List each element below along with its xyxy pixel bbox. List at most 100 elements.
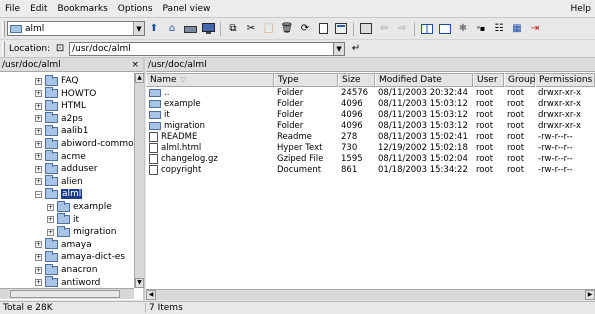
- menu-options[interactable]: Options: [113, 0, 158, 18]
- scroll-thumb[interactable]: [10, 290, 120, 298]
- location-dropdown-icon[interactable]: ▼: [334, 41, 346, 56]
- menu-file[interactable]: File: [0, 0, 25, 18]
- cell-text: migration: [164, 120, 206, 131]
- collapse-icon[interactable]: −: [35, 190, 42, 198]
- home-icon[interactable]: ⌂: [165, 22, 179, 36]
- table-row[interactable]: README Readme 278 08/11/2003 15:02:41 root ro…: [146, 131, 595, 142]
- column-user[interactable]: User: [473, 73, 504, 87]
- table-row[interactable]: copyright Document 861 01/18/2003 15:34:22 r…: [146, 164, 595, 175]
- tree-item[interactable]: + aalib1: [35, 124, 88, 137]
- file-icon: [149, 153, 158, 164]
- expand-icon[interactable]: +: [35, 165, 42, 173]
- terminal-icon[interactable]: [359, 22, 373, 36]
- expand-icon[interactable]: +: [35, 279, 42, 287]
- tree-item[interactable]: + amaya-dict-es: [35, 250, 125, 263]
- column-name[interactable]: Name ▽: [146, 73, 274, 87]
- table-row[interactable]: alml.html Hyper Text 730 12/19/2002 15:02:1…: [146, 142, 595, 153]
- cell-size: 24576: [338, 88, 375, 98]
- table-row[interactable]: changelog.gz Gziped File 1595 08/11/2003 15…: [146, 153, 595, 164]
- list-view-icon[interactable]: ☷: [492, 22, 506, 36]
- icon-view-icon[interactable]: ᵃ▪: [474, 22, 488, 36]
- location-grip[interactable]: [2, 40, 5, 57]
- expand-icon[interactable]: +: [47, 216, 54, 224]
- scroll-down-icon[interactable]: ▼: [135, 278, 144, 288]
- table-row[interactable]: example Folder 4096 08/11/2003 15:03:12 root…: [146, 98, 595, 109]
- tree-item[interactable]: + alien: [35, 175, 83, 188]
- expand-icon[interactable]: +: [35, 115, 42, 123]
- tree-item[interactable]: + example: [47, 200, 112, 213]
- tree-item[interactable]: + adduser: [35, 162, 98, 175]
- new-file-icon[interactable]: [316, 22, 330, 36]
- column-modified-date[interactable]: Modified Date: [375, 73, 473, 87]
- tree-item[interactable]: + migration: [47, 225, 116, 238]
- expand-icon[interactable]: +: [47, 228, 54, 236]
- up-arrow-icon[interactable]: ⬆: [147, 22, 161, 36]
- table-row[interactable]: .. Folder 24576 08/11/2003 20:32:44 root root…: [146, 87, 595, 98]
- menu-panel-view[interactable]: Panel view: [158, 0, 216, 18]
- tree-horizontal-scrollbar[interactable]: [0, 288, 134, 299]
- toolbar-grip[interactable]: [2, 20, 5, 37]
- detail-view-icon[interactable]: ▦: [510, 22, 524, 36]
- column-group[interactable]: Group: [504, 73, 535, 87]
- monitor-icon[interactable]: [201, 22, 215, 36]
- column-permissions[interactable]: Permissions: [535, 73, 595, 87]
- expand-icon[interactable]: +: [35, 140, 42, 148]
- table-row[interactable]: migration Folder 4096 08/11/2003 15:03:12 ro…: [146, 120, 595, 131]
- tree-item[interactable]: + anacron: [35, 263, 97, 276]
- column-type[interactable]: Type: [274, 73, 338, 87]
- scroll-left-icon[interactable]: ◀: [146, 290, 156, 300]
- location-go-icon[interactable]: ⊡: [53, 42, 67, 56]
- cell-text: example: [164, 98, 201, 109]
- expand-icon[interactable]: +: [35, 90, 42, 98]
- star-icon[interactable]: ✱: [456, 22, 470, 36]
- expand-icon[interactable]: +: [47, 203, 54, 211]
- drive-icon[interactable]: [183, 22, 197, 36]
- chevron-down-icon[interactable]: ▼: [133, 22, 144, 35]
- expand-icon[interactable]: +: [35, 77, 42, 85]
- scroll-right-icon[interactable]: ▶: [585, 290, 595, 300]
- single-view-icon[interactable]: [438, 22, 452, 36]
- copy-icon[interactable]: ⧉: [226, 22, 240, 36]
- scroll-up-icon[interactable]: ▲: [135, 73, 144, 83]
- tree-item[interactable]: + antiword: [35, 276, 100, 288]
- location-input[interactable]: [69, 41, 335, 56]
- forward-icon[interactable]: ⇨: [395, 22, 409, 36]
- expand-icon[interactable]: +: [35, 253, 42, 261]
- tree-item[interactable]: + amaya: [35, 238, 92, 251]
- cut-icon[interactable]: ✂: [244, 22, 258, 36]
- enter-icon[interactable]: ↵: [349, 42, 363, 56]
- tree-item[interactable]: + HOWTO: [35, 87, 96, 100]
- table-row[interactable]: it Folder 4096 08/11/2003 15:03:12 root root d…: [146, 109, 595, 120]
- cell-user: root: [473, 110, 504, 120]
- menu-bookmarks[interactable]: Bookmarks: [53, 0, 113, 18]
- exit-icon[interactable]: ⇥: [528, 22, 542, 36]
- menu-help[interactable]: Help: [565, 0, 595, 18]
- close-icon[interactable]: ×: [131, 60, 139, 70]
- expand-icon[interactable]: +: [35, 241, 42, 249]
- tree-item[interactable]: + HTML: [35, 99, 86, 112]
- back-icon[interactable]: ⇦: [377, 22, 391, 36]
- tree-item[interactable]: + acme: [35, 150, 86, 163]
- tree-item[interactable]: + it: [47, 213, 79, 226]
- properties-icon[interactable]: [334, 22, 348, 36]
- tree-item[interactable]: + abiword-common: [35, 137, 134, 150]
- toolbar: alml ▼ ⬆ ⌂ ⧉ ✂ 📋 🗑 ⟳ ⇦ ⇨ ✱ ᵃ▪ ☷ ▦ ⇥: [0, 18, 595, 40]
- tree-vertical-scrollbar[interactable]: ▲ ▼: [134, 73, 144, 288]
- menu-edit[interactable]: Edit: [25, 0, 52, 18]
- refresh-icon[interactable]: ⟳: [298, 22, 312, 36]
- tree-item[interactable]: + a2ps: [35, 112, 83, 125]
- expand-icon[interactable]: +: [35, 127, 42, 135]
- paste-icon[interactable]: 📋: [262, 22, 276, 36]
- path-combo[interactable]: alml ▼: [7, 21, 145, 36]
- file-horizontal-scrollbar[interactable]: ◀ ▶: [146, 289, 595, 300]
- split-view-icon[interactable]: [420, 22, 434, 36]
- tree-item[interactable]: − alml: [35, 187, 83, 200]
- expand-icon[interactable]: +: [35, 102, 42, 110]
- expand-icon[interactable]: +: [35, 153, 42, 161]
- expand-icon[interactable]: +: [35, 178, 42, 186]
- tree-item[interactable]: + FAQ: [35, 74, 78, 87]
- cell-user: root: [473, 165, 504, 175]
- trash-icon[interactable]: 🗑: [280, 22, 294, 36]
- column-size[interactable]: Size: [338, 73, 375, 87]
- expand-icon[interactable]: +: [35, 266, 42, 274]
